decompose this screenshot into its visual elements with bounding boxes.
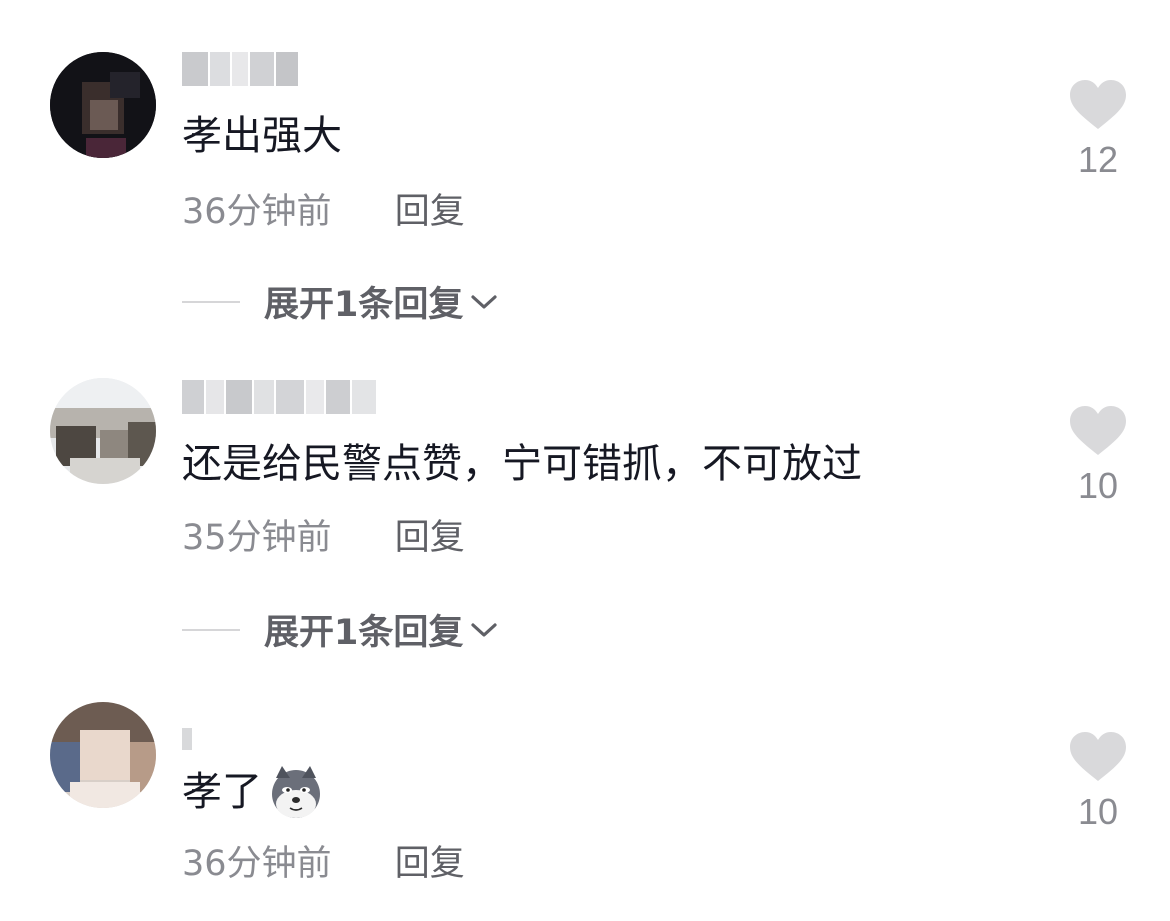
- expand-label: 展开1条回复: [264, 613, 464, 653]
- like-count: 12: [1077, 139, 1119, 180]
- like-button[interactable]: 10: [1066, 406, 1130, 508]
- heart-icon: [1070, 80, 1126, 129]
- comment-meta: 36分钟前 回复: [182, 842, 465, 886]
- comment-text: 孝了: [182, 764, 324, 820]
- heart-icon: [1070, 732, 1126, 781]
- like-button[interactable]: 10: [1066, 732, 1130, 834]
- expand-replies-button[interactable]: 展开1条回复: [182, 276, 499, 327]
- timestamp: 36分钟前: [182, 844, 332, 884]
- reply-button[interactable]: 回复: [395, 192, 465, 232]
- reply-button[interactable]: 回复: [395, 844, 465, 884]
- chevron-down-icon: [471, 294, 497, 309]
- username[interactable]: [182, 380, 376, 414]
- like-button[interactable]: 12: [1066, 80, 1130, 182]
- username[interactable]: [182, 728, 192, 750]
- divider: [182, 628, 240, 631]
- comment-text: 孝出强大: [182, 113, 342, 159]
- like-count: 10: [1077, 465, 1119, 506]
- avatar[interactable]: [50, 378, 156, 484]
- expand-label: 展开1条回复: [264, 285, 464, 325]
- husky-dog-emoji-icon: [272, 766, 320, 818]
- comment-text: 还是给民警点赞，宁可错抓，不可放过: [182, 441, 862, 487]
- avatar[interactable]: [50, 702, 156, 808]
- avatar[interactable]: [50, 52, 156, 158]
- timestamp: 35分钟前: [182, 518, 332, 558]
- username[interactable]: [182, 52, 298, 86]
- expand-replies-button[interactable]: 展开1条回复: [182, 604, 499, 655]
- comment-meta: 36分钟前 回复: [182, 190, 465, 234]
- divider: [182, 300, 240, 303]
- timestamp: 36分钟前: [182, 192, 332, 232]
- like-count: 10: [1077, 791, 1119, 832]
- comment-meta: 35分钟前 回复: [182, 516, 465, 560]
- chevron-down-icon: [471, 622, 497, 637]
- heart-icon: [1070, 406, 1126, 455]
- reply-button[interactable]: 回复: [395, 518, 465, 558]
